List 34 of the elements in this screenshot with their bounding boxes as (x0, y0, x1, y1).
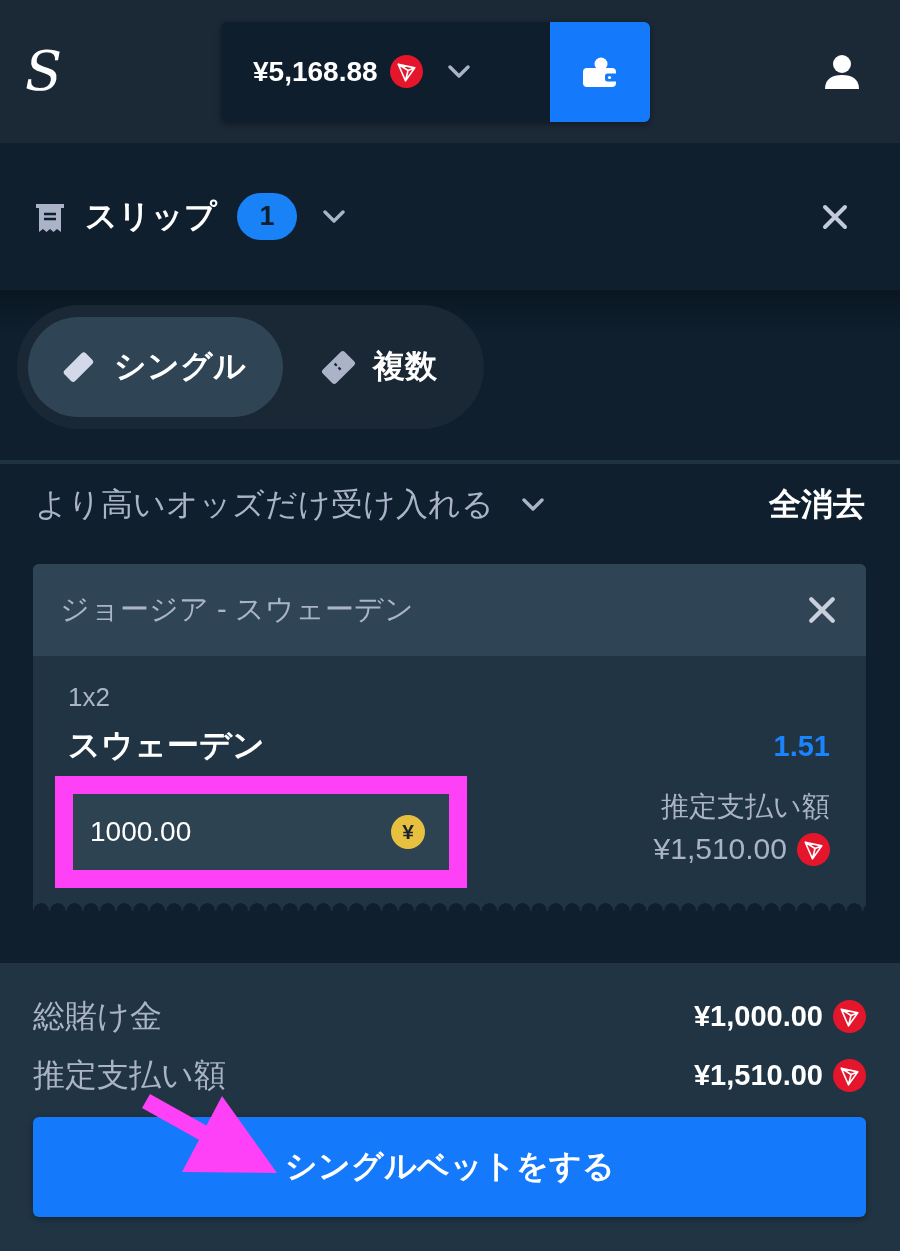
wallet-icon (582, 56, 618, 87)
payout-value: ¥1,510.00 (653, 832, 787, 866)
bet-type-tab[interactable]: シングル (28, 317, 283, 417)
tron-coin-icon (833, 1058, 866, 1092)
account-button[interactable] (824, 54, 860, 89)
tron-coin-icon (389, 55, 423, 88)
summary-label: 推定支払い額 (33, 1057, 226, 1093)
chevron-down-icon (522, 498, 544, 512)
selection-name: スウェーデン (68, 726, 265, 765)
odds-acceptance-dropdown[interactable]: より高いオッズだけ受け入れる (35, 483, 544, 527)
collapse-button[interactable] (323, 209, 345, 224)
event-title: ジョージア - スウェーデン (60, 592, 414, 627)
clear-all-button[interactable]: 全消去 (769, 483, 865, 527)
bet-type-tab[interactable]: 複数 (283, 317, 473, 417)
tron-coin-icon (797, 832, 830, 866)
summary-value: ¥1,000.00 (694, 999, 823, 1033)
place-bet-button[interactable]: シングルベットをする (33, 1117, 866, 1217)
chevron-down-icon (447, 64, 470, 79)
chevron-down-icon (323, 209, 345, 224)
market-name: 1x2 (68, 682, 111, 712)
user-icon (824, 54, 860, 89)
logo[interactable]: S (25, 44, 62, 99)
wallet-button[interactable] (550, 21, 650, 122)
close-button[interactable] (822, 203, 848, 230)
odds-value: 1.51 (773, 729, 830, 763)
payout-label: 推定支払い額 (661, 790, 830, 824)
tron-coin-icon (833, 999, 866, 1033)
remove-bet-button[interactable] (808, 596, 836, 624)
balance-selector[interactable]: ¥5,168.88 (221, 21, 550, 122)
summary-label: 総賭け金 (33, 998, 162, 1034)
count-badge: 1 (237, 193, 297, 240)
summary-value: ¥1,510.00 (694, 1058, 823, 1092)
slip-title: スリップ (85, 196, 217, 236)
receipt-icon (35, 201, 65, 232)
